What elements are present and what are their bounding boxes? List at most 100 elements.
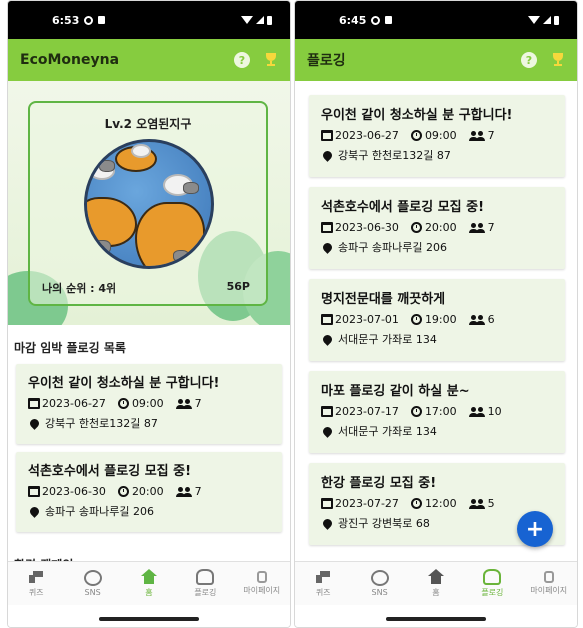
plogging-card[interactable]: 우이천 같이 청소하실 분 구합니다! 2023-06-27 09:00 7 강… [309, 95, 565, 177]
card-time: 09:00 [424, 129, 457, 142]
card-title: 마포 플로깅 같이 하실 분~ [321, 384, 470, 399]
calendar-icon [321, 314, 333, 325]
nav-quiz[interactable]: 퀴즈 [8, 569, 64, 598]
wifi-icon [241, 16, 253, 24]
plogging-card[interactable]: 석촌호수에서 플로깅 모집 중! 2023-06-30 20:00 7 송파구 … [309, 187, 565, 269]
card-location: 강북구 한천로132길 87 [338, 149, 451, 162]
sns-icon [83, 570, 102, 586]
battery-icon [554, 15, 559, 25]
card-date: 2023-07-27 [335, 497, 399, 510]
bottom-nav: 퀴즈 SNS 홈 플로깅 마이페이지 [8, 561, 290, 605]
location-pin-icon [321, 240, 334, 254]
sns-icon [370, 570, 389, 586]
card-date: 2023-06-27 [335, 129, 399, 142]
location-pin-icon [321, 424, 334, 438]
card-people: 7 [487, 221, 495, 234]
add-plogging-button[interactable]: + [517, 511, 553, 547]
card-time: 09:00 [131, 397, 164, 410]
plogging-icon [196, 569, 215, 585]
card-location: 강북구 한천로132길 87 [45, 417, 158, 430]
people-icon [468, 222, 485, 233]
card-people: 7 [194, 485, 202, 498]
card-title: 석촌호수에서 플로깅 모집 중! [28, 464, 192, 479]
notification-icon [371, 15, 381, 25]
home-icon [427, 569, 445, 585]
card-location: 서대문구 가좌로 134 [338, 333, 437, 346]
card-date: 2023-06-27 [42, 397, 106, 410]
card-location: 송파구 송파나루길 206 [338, 241, 447, 254]
bottom-nav: 퀴즈 SNS 홈 플로깅 마이페이지 [295, 561, 577, 605]
status-time: 6:45 [339, 13, 367, 27]
location-pin-icon [321, 148, 334, 162]
card-location: 송파구 송파나루길 206 [45, 505, 154, 518]
clock-icon [410, 130, 422, 141]
card-location: 서대문구 가좌로 134 [338, 425, 437, 438]
people-icon [175, 398, 192, 409]
rank-row: 나의 순위 : 4위 56P [42, 280, 250, 296]
nav-home[interactable]: 홈 [121, 569, 177, 598]
card-people: 5 [487, 497, 495, 510]
nav-mypage[interactable]: 마이페이지 [521, 571, 577, 596]
plogging-icon [483, 569, 502, 585]
battery-icon [267, 15, 272, 25]
location-pin-icon [28, 416, 41, 430]
card-title: 석촌호수에서 플로깅 모집 중! [321, 200, 485, 215]
card-title: 우이천 같이 청소하실 분 구합니다! [321, 108, 513, 123]
help-icon[interactable]: ? [521, 52, 537, 68]
clock-icon [117, 486, 129, 497]
plogging-card[interactable]: 석촌호수에서 플로깅 모집 중! 2023-06-30 20:00 7 송파구 … [16, 452, 282, 532]
card-people: 10 [487, 405, 502, 418]
nav-plogging[interactable]: 플로깅 [177, 569, 233, 598]
card-date: 2023-07-17 [335, 405, 399, 418]
card-date: 2023-06-30 [42, 485, 106, 498]
clock-icon [410, 222, 422, 233]
app-title: 플로깅 [307, 53, 346, 69]
plogging-screen: 6:45 플로깅 ? 우이천 같이 청소하실 분 구합니다! 2023-06-2… [294, 0, 578, 628]
clock-icon [410, 314, 422, 325]
plogging-card[interactable]: 우이천 같이 청소하실 분 구합니다! 2023-06-27 09:00 7 강… [16, 364, 282, 444]
gesture-bar[interactable] [386, 617, 486, 621]
location-pin-icon [321, 516, 334, 530]
status-time: 6:53 [52, 13, 80, 27]
deadline-section-title: 마감 임박 플로깅 목록 [14, 341, 126, 355]
clock-icon [410, 406, 422, 417]
nav-sns[interactable]: SNS [65, 570, 121, 597]
help-icon[interactable]: ? [234, 52, 250, 68]
card-date: 2023-07-01 [335, 313, 399, 326]
app-title: EcoMoneyna [20, 52, 120, 68]
quiz-icon [27, 569, 46, 585]
card-date: 2023-06-30 [335, 221, 399, 234]
plogging-card[interactable]: 명지전문대를 깨끗하게 2023-07-01 19:00 6 서대문구 가좌로 … [309, 279, 565, 361]
trophy-icon[interactable] [551, 53, 565, 67]
calendar-icon [28, 486, 40, 497]
plogging-card[interactable]: 마포 플로깅 같이 하실 분~ 2023-07-17 17:00 10 서대문구… [309, 371, 565, 453]
location-pin-icon [28, 504, 41, 518]
trash-can-icon [256, 571, 267, 583]
gesture-bar[interactable] [99, 617, 199, 621]
card-title: 우이천 같이 청소하실 분 구합니다! [28, 376, 220, 391]
home-icon [140, 569, 158, 585]
signal-icon [256, 16, 264, 24]
nav-plogging[interactable]: 플로깅 [464, 569, 520, 598]
nav-sns[interactable]: SNS [352, 570, 408, 597]
people-icon [468, 498, 485, 509]
people-icon [468, 130, 485, 141]
card-time: 20:00 [131, 485, 164, 498]
trophy-icon[interactable] [264, 53, 278, 67]
people-icon [175, 486, 192, 497]
calendar-icon [321, 130, 333, 141]
earth-card: Lv.2 오염된지구 나의 순위 : 4위 56P [28, 101, 268, 306]
nav-home[interactable]: 홈 [408, 569, 464, 598]
people-icon [468, 314, 485, 325]
location-pin-icon [321, 332, 334, 346]
card-time: 20:00 [424, 221, 457, 234]
card-people: 7 [487, 129, 495, 142]
nav-quiz[interactable]: 퀴즈 [295, 569, 351, 598]
wifi-icon [528, 16, 540, 24]
nav-mypage[interactable]: 마이페이지 [234, 571, 290, 596]
card-time: 12:00 [424, 497, 457, 510]
status-bar: 6:45 [295, 1, 577, 39]
sim-icon [385, 16, 393, 24]
trash-can-icon [543, 571, 554, 583]
my-rank: 나의 순위 : 4위 [42, 282, 117, 295]
